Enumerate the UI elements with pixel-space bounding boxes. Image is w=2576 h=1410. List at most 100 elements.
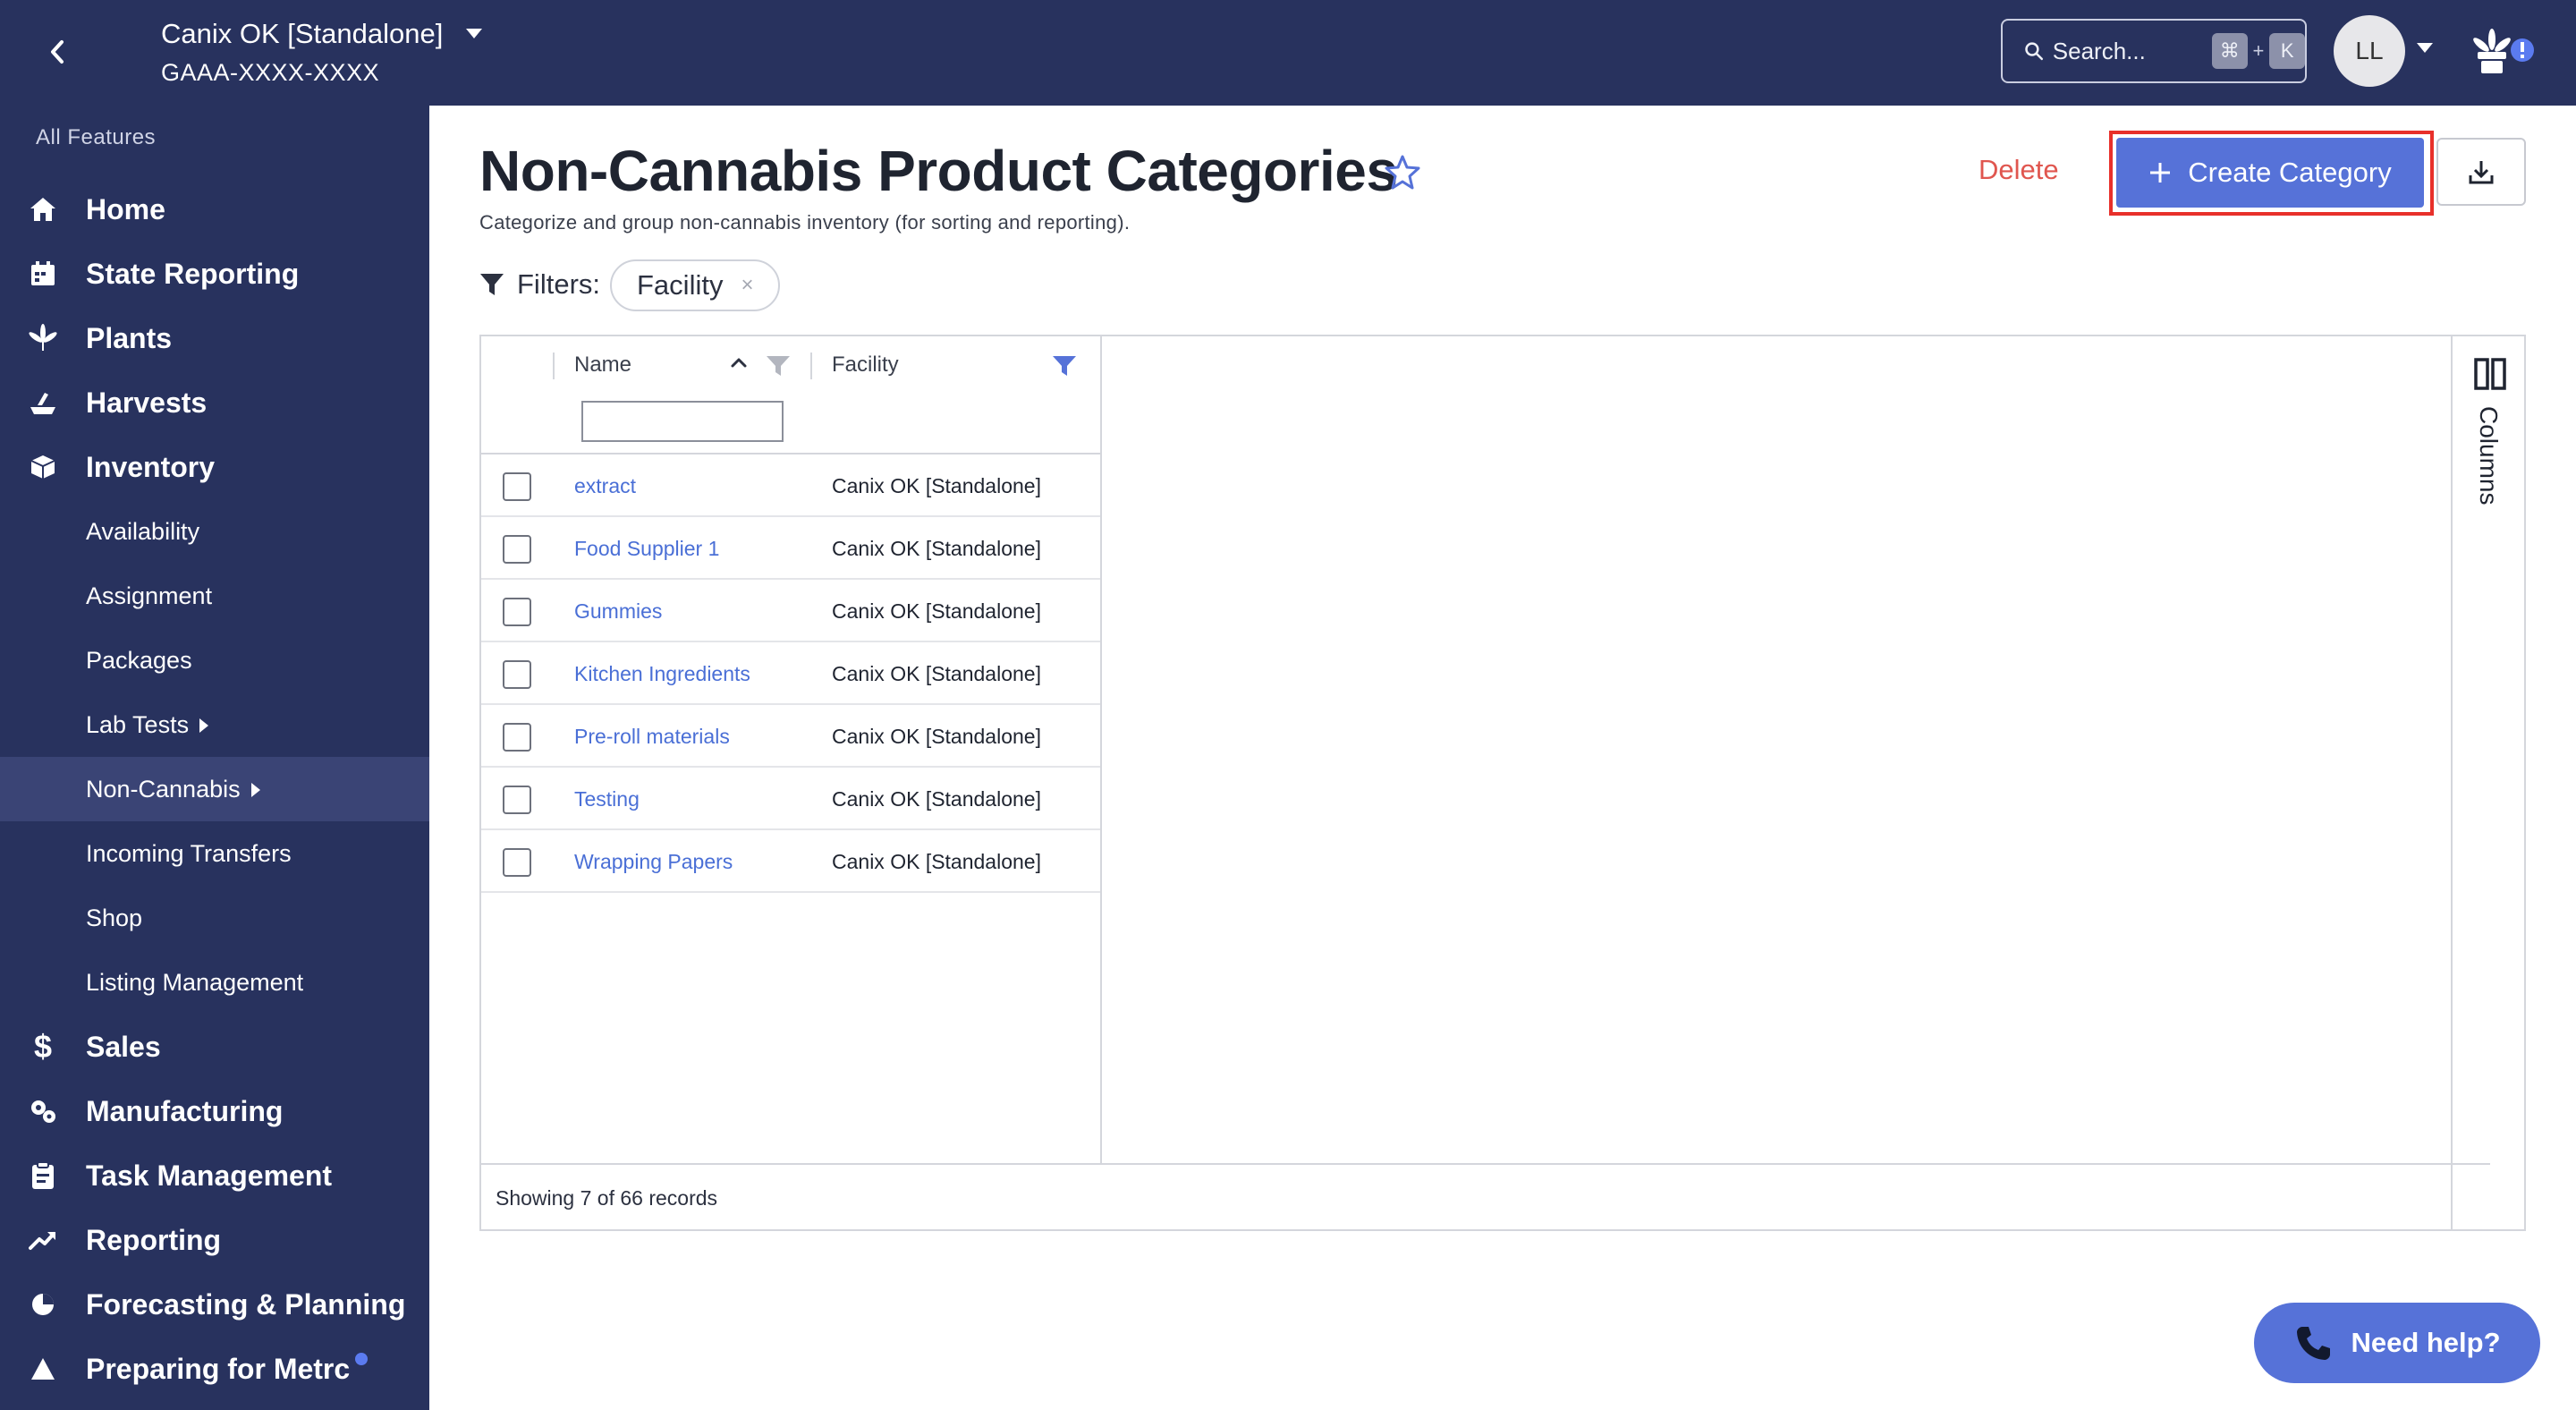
filters-label: Filters: <box>479 268 600 301</box>
sidebar-item-sales[interactable]: $ Sales <box>0 1015 429 1079</box>
columns-panel-toggle[interactable]: Columns <box>2451 336 2526 1231</box>
row-facility: Canix OK [Standalone] <box>832 850 1041 873</box>
row-checkbox[interactable] <box>503 535 531 564</box>
need-help-label: Need help? <box>2351 1327 2501 1358</box>
row-name-link[interactable]: extract <box>574 474 636 498</box>
create-category-button[interactable]: Create Category <box>2116 138 2424 208</box>
column-separator <box>810 352 812 379</box>
row-name-link[interactable]: Wrapping Papers <box>574 850 733 874</box>
table-row: Food Supplier 1 Canix OK [Standalone] <box>481 519 1100 580</box>
phone-icon <box>2297 1327 2331 1360</box>
filters-text: Filters: <box>517 268 600 300</box>
row-facility: Canix OK [Standalone] <box>832 537 1041 560</box>
caret-right-icon <box>199 718 209 734</box>
sidebar-item-assignment[interactable]: Assignment <box>0 564 429 628</box>
sidebar-item-label: Reporting <box>86 1223 222 1256</box>
sidebar-item-label: Incoming Transfers <box>86 839 292 867</box>
row-name-link[interactable]: Testing <box>574 787 640 811</box>
dollar-icon: $ <box>33 1028 53 1065</box>
name-filter-input[interactable] <box>581 401 784 442</box>
sidebar-item-task-management[interactable]: Task Management <box>0 1143 429 1208</box>
sidebar-item-manufacturing[interactable]: Manufacturing <box>0 1079 429 1143</box>
data-grid: Name Facility extract Canix OK [Standalo… <box>479 335 2526 1231</box>
sidebar-item-inventory[interactable]: Inventory <box>0 435 429 499</box>
sidebar-item-label: Sales <box>86 1030 161 1063</box>
close-icon[interactable]: × <box>741 273 753 298</box>
active-filter-icon[interactable] <box>1052 354 1077 378</box>
row-facility: Canix OK [Standalone] <box>832 787 1041 811</box>
sidebar-item-availability[interactable]: Availability <box>0 499 429 564</box>
columns-label: Columns <box>2475 406 2503 505</box>
star-icon[interactable] <box>1385 154 1420 190</box>
avatar[interactable]: LL <box>2334 15 2405 87</box>
top-bar: Canix OK [Standalone] GAAA-XXXX-XXXX Sea… <box>0 0 2576 106</box>
sidebar-item-incoming-transfers[interactable]: Incoming Transfers <box>0 821 429 886</box>
box-icon <box>27 451 59 483</box>
grid-header: Name Facility <box>481 336 1100 454</box>
shortcut-cmd-key: ⌘ <box>2211 33 2248 69</box>
filter-chip-label: Facility <box>637 269 724 301</box>
column-filter-icon[interactable] <box>766 354 791 378</box>
sidebar-item-label: Inventory <box>86 450 216 483</box>
sidebar-item-plants[interactable]: Plants <box>0 306 429 370</box>
row-checkbox[interactable] <box>503 786 531 814</box>
sidebar-item-state-reporting[interactable]: State Reporting <box>0 242 429 306</box>
sidebar-item-non-cannabis[interactable]: Non-Cannabis <box>0 757 429 821</box>
sidebar-item-label: Forecasting & Planning <box>86 1287 406 1321</box>
search-placeholder: Search... <box>2052 37 2146 64</box>
row-name-link[interactable]: Pre-roll materials <box>574 725 730 749</box>
record-count: Showing 7 of 66 records <box>496 1186 718 1210</box>
grid-body: Name Facility extract Canix OK [Standalo… <box>481 336 1102 1163</box>
filter-icon <box>480 274 504 295</box>
search-icon <box>2025 42 2044 61</box>
sidebar-item-label: Manufacturing <box>86 1094 284 1127</box>
grid-footer: Showing 7 of 66 records <box>481 1163 2490 1231</box>
sort-ascending-icon[interactable] <box>728 352 750 374</box>
row-checkbox[interactable] <box>503 723 531 752</box>
shortcut-plus: + <box>2252 39 2265 62</box>
sidebar: All Features Home State Reporting Plants… <box>0 106 429 1410</box>
sidebar-item-preparing-for-metrc[interactable]: Preparing for Metrc <box>0 1337 429 1401</box>
column-separator <box>553 352 555 379</box>
caret-down-icon <box>466 29 483 38</box>
calendar-icon <box>27 258 59 290</box>
row-checkbox[interactable] <box>503 472 531 501</box>
sidebar-item-label: State Reporting <box>86 257 300 290</box>
sidebar-item-reporting[interactable]: Reporting <box>0 1208 429 1272</box>
sidebar-item-label: Shop <box>86 904 143 931</box>
column-header-name[interactable]: Name <box>574 352 631 378</box>
sidebar-item-label: Task Management <box>86 1159 333 1192</box>
cannabis-logo-icon[interactable] <box>2469 27 2540 77</box>
delete-button[interactable]: Delete <box>1979 154 2059 186</box>
sidebar-item-lab-tests[interactable]: Lab Tests <box>0 692 429 757</box>
export-button[interactable] <box>2436 138 2526 206</box>
row-checkbox[interactable] <box>503 848 531 877</box>
row-name-link[interactable]: Food Supplier 1 <box>574 537 719 561</box>
facility-switcher[interactable]: Canix OK [Standalone] GAAA-XXXX-XXXX <box>161 16 483 87</box>
plus-icon <box>2150 163 2171 183</box>
sidebar-item-shop[interactable]: Shop <box>0 886 429 950</box>
sidebar-item-packages[interactable]: Packages <box>0 628 429 692</box>
sidebar-item-label: Listing Management <box>86 968 304 996</box>
row-name-link[interactable]: Kitchen Ingredients <box>574 662 750 686</box>
sidebar-item-label: Non-Cannabis <box>86 775 241 803</box>
row-checkbox[interactable] <box>503 598 531 626</box>
column-header-facility[interactable]: Facility <box>832 352 899 378</box>
filter-chip-facility[interactable]: Facility × <box>610 259 781 311</box>
sidebar-item-harvests[interactable]: Harvests <box>0 370 429 435</box>
sidebar-item-forecasting-planning[interactable]: Forecasting & Planning <box>0 1272 429 1337</box>
avatar-caret-down-icon[interactable] <box>2417 43 2433 54</box>
need-help-button[interactable]: Need help? <box>2254 1303 2540 1383</box>
search-input[interactable]: Search... ⌘ + K <box>2001 19 2307 83</box>
row-facility: Canix OK [Standalone] <box>832 474 1041 497</box>
row-name-link[interactable]: Gummies <box>574 599 662 624</box>
sidebar-item-label: Plants <box>86 321 173 354</box>
sidebar-item-listing-management[interactable]: Listing Management <box>0 950 429 1015</box>
sidebar-item-home[interactable]: Home <box>0 177 429 242</box>
page-subtitle: Categorize and group non-cannabis invent… <box>479 211 1131 234</box>
sidebar-item-label: Home <box>86 192 165 225</box>
harvest-icon <box>27 386 59 419</box>
row-checkbox[interactable] <box>503 660 531 689</box>
gears-icon <box>27 1095 59 1127</box>
back-button[interactable] <box>36 29 79 75</box>
